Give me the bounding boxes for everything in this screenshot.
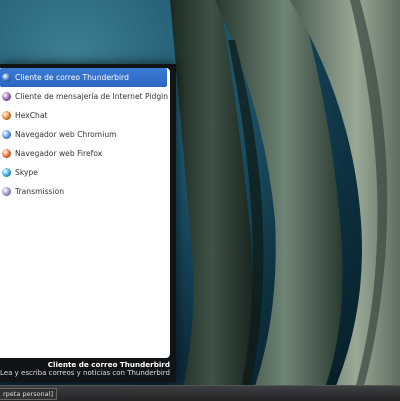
application-list: Cliente de correo Thunderbird Cliente de … — [0, 68, 170, 358]
menu-item-label: Navegador web Chromium — [15, 130, 117, 139]
menu-item-label: Navegador web Firefox — [15, 149, 103, 158]
thunderbird-icon — [2, 73, 11, 82]
menu-item-label: Cliente de correo Thunderbird — [15, 73, 129, 82]
menu-item[interactable]: Navegador web Chromium — [0, 125, 167, 144]
taskbar: rpeta personal] — [0, 385, 400, 401]
menu-item[interactable]: Cliente de correo Thunderbird — [0, 68, 167, 87]
menu-item[interactable]: Skype — [0, 163, 167, 182]
menu-item-label: Skype — [15, 168, 38, 177]
menu-item[interactable]: Cliente de mensajería de Internet Pidgin — [0, 87, 169, 106]
menu-item-label: HexChat — [15, 111, 48, 120]
menu-item[interactable]: HexChat — [0, 106, 167, 125]
menu-item-label: Cliente de mensajería de Internet Pidgin — [15, 92, 169, 101]
application-menu: Cliente de correo Thunderbird Cliente de … — [0, 64, 176, 382]
transmission-icon — [2, 187, 11, 196]
menu-item[interactable]: Transmission — [0, 182, 167, 201]
hexchat-icon — [2, 111, 11, 120]
chromium-icon — [2, 130, 11, 139]
pidgin-icon — [2, 92, 11, 101]
selected-app-title: Cliente de correo Thunderbird — [47, 360, 170, 369]
firefox-icon — [2, 149, 11, 158]
menu-item-label: Transmission — [15, 187, 65, 196]
selected-app-description: Lea y escriba correos y noticias con Thu… — [0, 369, 170, 377]
taskbar-window-button[interactable]: rpeta personal] — [0, 388, 58, 400]
menu-item[interactable]: Navegador web Firefox — [0, 144, 167, 163]
skype-icon — [2, 168, 11, 177]
